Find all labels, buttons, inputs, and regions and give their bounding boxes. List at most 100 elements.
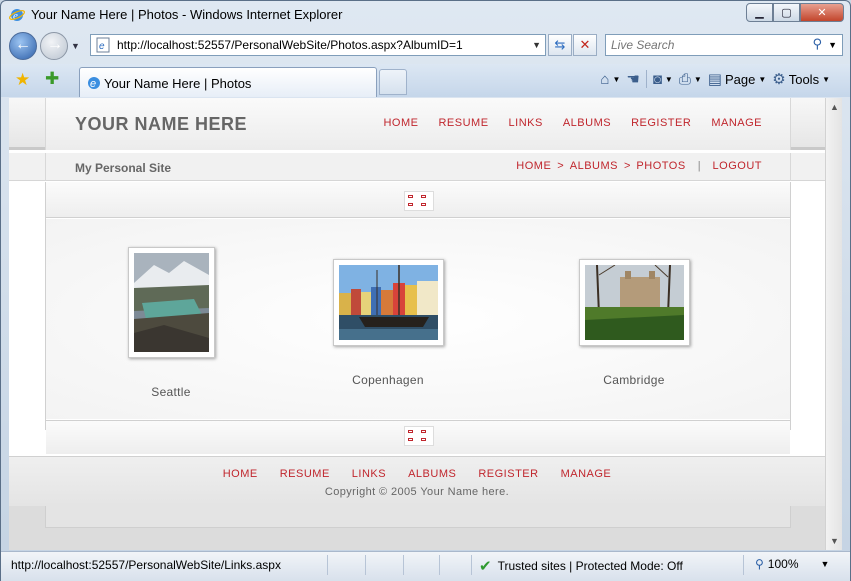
- page-menu-button[interactable]: ▤ Page ▼: [708, 70, 766, 88]
- gear-icon: ⚙: [772, 71, 786, 88]
- nav-albums-link[interactable]: ALBUMS: [563, 117, 611, 129]
- search-options-dropdown-icon[interactable]: ▼: [828, 40, 837, 50]
- thumbnail-grid-icon[interactable]: [404, 191, 434, 211]
- nav-resume-link[interactable]: RESUME: [438, 117, 488, 129]
- album-content: Seattle Copenhagen Cambridge: [45, 182, 791, 454]
- title-bar: e Your Name Here | Photos - Windows Inte…: [1, 1, 850, 29]
- search-input[interactable]: [611, 38, 801, 52]
- footer-home-link[interactable]: HOME: [223, 468, 258, 480]
- forward-button[interactable]: [40, 32, 68, 60]
- breadcrumb: HOME > ALBUMS > PHOTOS | LOGOUT: [516, 160, 762, 172]
- minimize-button[interactable]: ▁: [746, 3, 773, 22]
- site-footer: HOME RESUME LINKS ALBUMS REGISTER MANAGE…: [9, 456, 825, 506]
- photo-frame[interactable]: [579, 259, 690, 346]
- rss-icon: ◙: [652, 70, 662, 88]
- footer-links-link[interactable]: LINKS: [352, 468, 386, 480]
- maximize-button[interactable]: ▢: [773, 3, 800, 22]
- photo-caption: Copenhagen: [352, 373, 424, 387]
- new-tab-button[interactable]: [379, 69, 407, 95]
- status-url: http://localhost:52557/PersonalWebSite/L…: [11, 558, 281, 572]
- checkmark-icon: ✔: [479, 558, 492, 575]
- browser-window: e Your Name Here | Photos - Windows Inte…: [0, 0, 851, 581]
- photo-caption: Seattle: [151, 385, 191, 399]
- photo-grid: Seattle Copenhagen Cambridge: [46, 219, 790, 419]
- refresh-button[interactable]: ⇆: [548, 34, 572, 56]
- top-nav: HOME RESUME LINKS ALBUMS REGISTER MANAGE: [383, 117, 762, 129]
- breadcrumb-albums-link[interactable]: ALBUMS: [570, 160, 618, 172]
- home-button[interactable]: ⌂ ▼: [600, 71, 620, 88]
- harbor-houses-photo-icon: [339, 265, 438, 340]
- recent-pages-dropdown-icon[interactable]: ▼: [71, 41, 80, 51]
- rss-feed-button[interactable]: ◙ ▼: [653, 71, 673, 88]
- photo-caption: Cambridge: [603, 373, 665, 387]
- nav-home-link[interactable]: HOME: [383, 117, 418, 129]
- ie-page-icon: e: [88, 77, 100, 90]
- site-title: YOUR NAME HERE: [75, 114, 248, 134]
- tools-menu-label: Tools: [788, 71, 820, 87]
- favorites-center-star-icon[interactable]: ★: [15, 70, 30, 90]
- photo-frame[interactable]: [333, 259, 444, 346]
- tab-label: Your Name Here | Photos: [104, 76, 252, 91]
- breadcrumb-separator: >: [557, 160, 564, 172]
- page-viewport: YOUR NAME HERE HOME RESUME LINKS ALBUMS …: [9, 98, 825, 550]
- nav-register-link[interactable]: REGISTER: [631, 117, 691, 129]
- url-input[interactable]: [117, 38, 527, 52]
- page-icon: e: [96, 37, 110, 53]
- address-row: ▼ e ▼ ⇆ ✕ ⚲ ▼: [1, 29, 850, 63]
- footer-register-link[interactable]: REGISTER: [478, 468, 538, 480]
- tab-photos[interactable]: e Your Name Here | Photos: [79, 67, 377, 97]
- vertical-scrollbar[interactable]: ▲ ▼: [825, 98, 842, 550]
- security-zone-label: Trusted sites | Protected Mode: Off: [497, 559, 683, 573]
- printer-icon: ⎙: [678, 70, 691, 88]
- scroll-up-icon[interactable]: ▲: [830, 102, 839, 112]
- breadcrumb-pipe: |: [697, 160, 701, 172]
- breadcrumb-photos-link[interactable]: PHOTOS: [636, 160, 685, 172]
- site-header: YOUR NAME HERE HOME RESUME LINKS ALBUMS …: [9, 98, 825, 150]
- tab-row: ★ ✚ e Your Name Here | Photos ⌂ ▼ ☚ ◙ ▼ ⎙ ▼…: [1, 64, 850, 97]
- footer-resume-link[interactable]: RESUME: [280, 468, 330, 480]
- page-bottom-band: [9, 506, 825, 550]
- zoom-dropdown-icon[interactable]: ▼: [821, 559, 830, 569]
- add-to-favorites-icon[interactable]: ✚: [45, 69, 59, 89]
- photo-item-copenhagen[interactable]: Copenhagen: [333, 259, 444, 387]
- status-bar: http://localhost:52557/PersonalWebSite/L…: [1, 551, 850, 581]
- address-dropdown-icon[interactable]: ▼: [532, 40, 541, 50]
- page-menu-label: Page: [724, 71, 756, 87]
- pager-bottom: [46, 420, 790, 454]
- back-button[interactable]: [9, 32, 37, 60]
- footer-manage-link[interactable]: MANAGE: [561, 468, 612, 480]
- copyright-text: Copyright © 2005 Your Name here.: [324, 486, 510, 498]
- ie-logo-icon: e: [9, 9, 25, 22]
- photo-item-seattle[interactable]: Seattle: [128, 247, 215, 399]
- feeds-button[interactable]: ☚: [626, 70, 639, 88]
- site-tagline: My Personal Site: [75, 161, 172, 175]
- thumbnail-grid-icon[interactable]: [404, 426, 434, 446]
- stop-button[interactable]: ✕: [573, 34, 597, 56]
- search-icon[interactable]: ⚲: [812, 36, 822, 52]
- print-button[interactable]: ⎙ ▼: [679, 71, 702, 88]
- college-lawn-photo-icon: [585, 265, 684, 340]
- tools-menu-button[interactable]: ⚙ Tools ▼: [772, 70, 830, 88]
- footer-albums-link[interactable]: ALBUMS: [408, 468, 456, 480]
- window-title: Your Name Here | Photos - Windows Intern…: [31, 7, 343, 22]
- scroll-down-icon[interactable]: ▼: [830, 536, 839, 546]
- mountain-lake-photo-icon: [134, 253, 209, 352]
- hand-icon: ☚: [626, 71, 640, 88]
- svg-text:e: e: [90, 78, 96, 90]
- nav-manage-link[interactable]: MANAGE: [711, 117, 762, 129]
- zoom-level: 100%: [767, 557, 799, 571]
- photo-frame[interactable]: [128, 247, 215, 358]
- breadcrumb-home-link[interactable]: HOME: [516, 160, 551, 172]
- address-bar[interactable]: e ▼: [90, 34, 546, 56]
- home-icon: ⌂: [600, 70, 610, 88]
- close-button[interactable]: ✕: [800, 3, 844, 22]
- security-zone[interactable]: ✔ Trusted sites | Protected Mode: Off: [479, 557, 683, 575]
- command-bar: ⌂ ▼ ☚ ◙ ▼ ⎙ ▼ ▤ Page ▼ ⚙ Tools ▼: [600, 70, 830, 88]
- zoom-icon: ⚲: [755, 557, 764, 571]
- zoom-control[interactable]: ⚲ 100% ▼: [755, 557, 829, 571]
- logout-link[interactable]: LOGOUT: [713, 160, 762, 172]
- sub-header: My Personal Site HOME > ALBUMS > PHOTOS …: [9, 153, 825, 181]
- photo-item-cambridge[interactable]: Cambridge: [579, 259, 690, 387]
- search-box[interactable]: ⚲ ▼: [605, 34, 843, 56]
- nav-links-link[interactable]: LINKS: [509, 117, 543, 129]
